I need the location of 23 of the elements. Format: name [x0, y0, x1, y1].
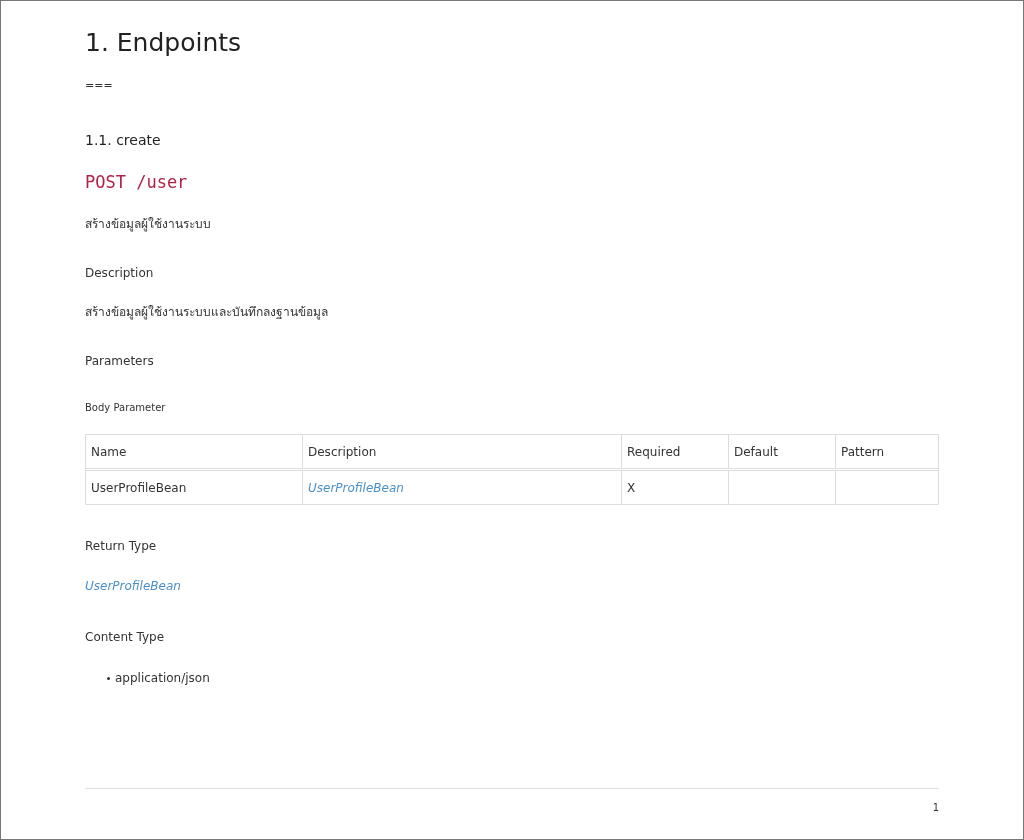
section-heading: 1.1. create: [85, 131, 161, 149]
page-number: 1: [932, 801, 939, 815]
body-parameter-heading: Body Parameter: [85, 401, 166, 415]
page-heading: 1. Endpoints: [85, 27, 242, 59]
column-header: Required: [621, 435, 728, 468]
column-header: Description: [302, 435, 621, 468]
column-header: Name: [90, 443, 128, 461]
type-link[interactable]: UserProfileBean: [308, 478, 404, 497]
endpoint-text: POST /user: [85, 171, 188, 193]
bullet-icon: [107, 676, 110, 680]
description-text: สร้างข้อมูลผู้ใช้งานระบบและบันทึกลงฐานข้อมูล: [85, 304, 328, 321]
return-type-heading: Return Type: [85, 538, 157, 554]
column-header: Default: [728, 435, 835, 468]
summary-text: สร้างข้อมูลผู้ใช้งานระบบ: [85, 216, 211, 233]
content-type-heading: Content Type: [85, 629, 165, 645]
separator-text: ===: [85, 79, 113, 93]
table-cell-text: UserProfileBean: [90, 479, 188, 497]
column-header: Pattern: [835, 435, 938, 468]
content-type-text: application/json: [115, 670, 210, 686]
description-heading: Description: [85, 265, 154, 281]
parameters-heading: Parameters: [85, 353, 154, 369]
table-cell: X: [621, 471, 728, 504]
return-type-link[interactable]: UserProfileBean: [85, 578, 181, 594]
